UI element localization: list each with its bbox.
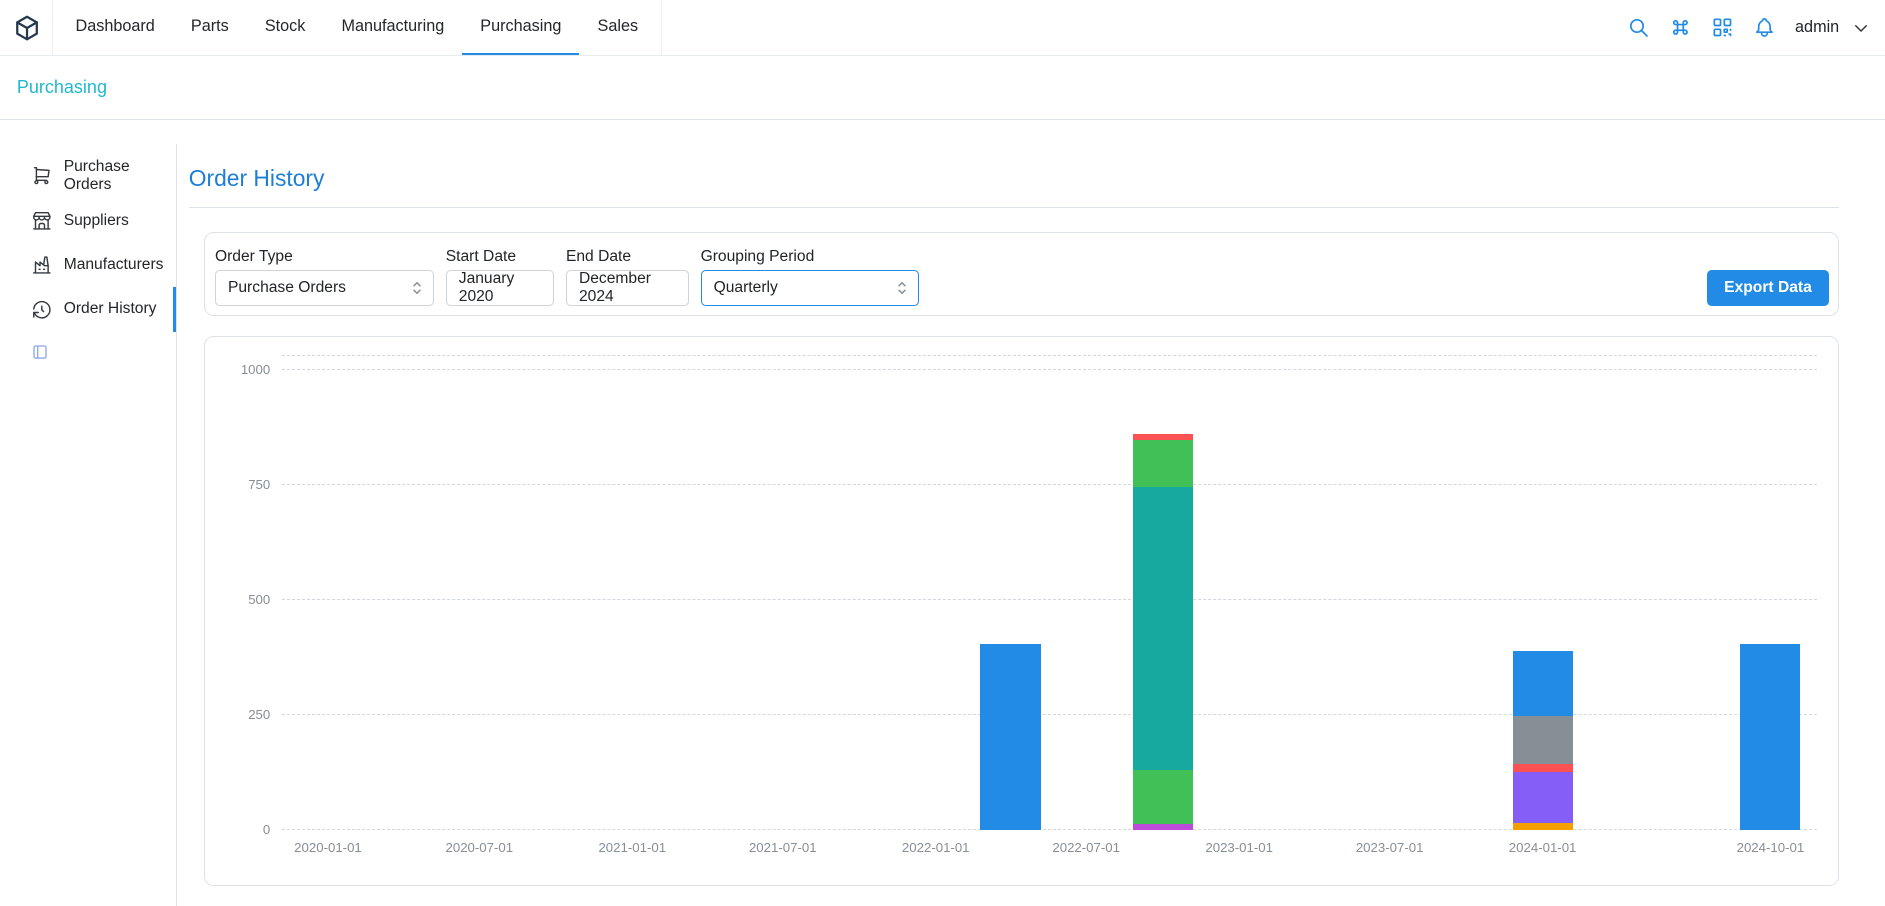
y-gridline: 750: [282, 484, 1816, 485]
start-date-value: January 2020: [459, 270, 541, 306]
app-window: Dashboard Parts Stock Manufacturing Purc…: [0, 0, 1885, 906]
grouping-period-group: Grouping Period Quarterly: [701, 248, 920, 306]
storefront-icon: [31, 210, 53, 232]
bar-segment-blue[interactable]: [1513, 651, 1573, 717]
username-label: admin: [1795, 18, 1839, 37]
x-tick-label: 2021-01-01: [598, 840, 666, 855]
selector-chevrons-icon: [893, 279, 911, 297]
stacked-bar-2022-04-01[interactable]: [980, 356, 1040, 830]
title-divider: [189, 207, 1840, 208]
page-title: Order History: [189, 165, 1840, 192]
bar-segment-red[interactable]: [1133, 434, 1193, 440]
export-data-button[interactable]: Export Data: [1707, 270, 1828, 306]
bar-segment-violet[interactable]: [1513, 772, 1573, 824]
breadcrumb-bar: Purchasing: [0, 56, 1885, 120]
end-date-input[interactable]: December 2024: [566, 270, 689, 306]
history-clock-icon: [31, 299, 53, 321]
filter-panel: Order Type Purchase Orders Start Date Ja…: [204, 232, 1839, 316]
grouping-period-value: Quarterly: [714, 279, 778, 297]
bar-segment-blue[interactable]: [980, 644, 1040, 830]
tab-sales[interactable]: Sales: [579, 0, 656, 55]
x-tick-label: 2024-10-01: [1737, 840, 1805, 855]
order-type-select[interactable]: Purchase Orders: [215, 270, 434, 306]
stacked-bar-2022-10-01[interactable]: [1133, 356, 1193, 830]
factory-icon: [31, 254, 53, 276]
order-history-chart-card: 0 250 500 750 1000 2020-01-01 2020-07-01 2021-0…: [204, 336, 1839, 887]
grouping-period-select[interactable]: Quarterly: [701, 270, 920, 306]
y-gridline: [282, 355, 1816, 356]
bar-segment-blue[interactable]: [1740, 644, 1800, 830]
tab-dashboard[interactable]: Dashboard: [57, 0, 172, 55]
bar-segment-green-upper[interactable]: [1133, 440, 1193, 487]
sidebar-item-label: Purchase Orders: [64, 158, 176, 194]
x-tick-label: 2020-07-01: [445, 840, 513, 855]
end-date-value: December 2024: [579, 270, 676, 306]
sidebar-collapse-icon[interactable]: [31, 343, 49, 361]
x-tick-label: 2023-07-01: [1356, 840, 1424, 855]
page-body: Purchase Orders Suppliers: [0, 120, 1885, 906]
y-gridline: 250: [282, 714, 1816, 715]
app-logo[interactable]: [7, 0, 51, 55]
selector-chevrons-icon: [408, 279, 426, 297]
x-tick-label: 2022-07-01: [1052, 840, 1120, 855]
bar-segment-amber[interactable]: [1513, 823, 1573, 830]
tab-parts[interactable]: Parts: [173, 0, 247, 55]
main-nav-tabs: Dashboard Parts Stock Manufacturing Purc…: [52, 0, 662, 55]
sidebar-item-order-history[interactable]: Order History: [0, 287, 176, 331]
order-type-label: Order Type: [215, 248, 434, 266]
x-tick-label: 2022-01-01: [902, 840, 970, 855]
sidebar-item-label: Order History: [64, 300, 157, 318]
x-tick-label: 2023-01-01: [1205, 840, 1273, 855]
bar-segment-gray[interactable]: [1513, 716, 1573, 764]
grouping-period-label: Grouping Period: [701, 248, 920, 266]
order-type-value: Purchase Orders: [228, 279, 346, 297]
y-tick-label: 250: [248, 707, 270, 722]
y-tick-label: 0: [263, 822, 270, 837]
bar-segment-teal[interactable]: [1133, 487, 1193, 770]
tab-stock[interactable]: Stock: [247, 0, 324, 55]
command-icon[interactable]: [1669, 16, 1692, 39]
y-tick-label: 750: [248, 477, 270, 492]
bar-segment-red[interactable]: [1513, 764, 1573, 771]
chevron-down-icon: [1852, 19, 1870, 37]
end-date-label: End Date: [566, 248, 689, 266]
inventree-logo-icon: [12, 13, 42, 43]
sidebar-item-label: Suppliers: [64, 212, 129, 230]
breadcrumb-purchasing[interactable]: Purchasing: [17, 77, 107, 98]
y-gridline: 500: [282, 599, 1816, 600]
y-tick-label: 500: [248, 592, 270, 607]
start-date-label: Start Date: [446, 248, 554, 266]
sidebar-item-purchase-orders[interactable]: Purchase Orders: [0, 154, 176, 198]
bar-segment-green-lower[interactable]: [1133, 770, 1193, 824]
top-navbar: Dashboard Parts Stock Manufacturing Purc…: [0, 0, 1885, 56]
x-tick-label: 2021-07-01: [749, 840, 817, 855]
start-date-input[interactable]: January 2020: [446, 270, 554, 306]
sidebar-item-label: Manufacturers: [64, 256, 164, 274]
stacked-bar-2024-01-01[interactable]: [1513, 356, 1573, 830]
search-icon[interactable]: [1627, 16, 1650, 39]
order-type-group: Order Type Purchase Orders: [215, 248, 434, 306]
x-tick-label: 2020-01-01: [294, 840, 362, 855]
sidebar-item-suppliers[interactable]: Suppliers: [0, 198, 176, 242]
shopping-cart-icon: [31, 165, 53, 187]
chart-plot: 025050075010002020-01-012020-07-012021-0…: [282, 356, 1816, 830]
y-gridline: 1000: [282, 369, 1816, 370]
qrcode-icon[interactable]: [1711, 16, 1734, 39]
y-gridline: 0: [282, 829, 1816, 830]
bar-segment-grape[interactable]: [1133, 824, 1193, 830]
bell-icon[interactable]: [1753, 16, 1776, 39]
user-menu[interactable]: admin: [1795, 18, 1870, 37]
tab-purchasing[interactable]: Purchasing: [462, 0, 579, 55]
purchasing-sidebar: Purchase Orders Suppliers: [0, 144, 177, 906]
main-content: Order History Order Type Purchase Orders…: [177, 120, 1885, 906]
sidebar-item-manufacturers[interactable]: Manufacturers: [0, 243, 176, 287]
end-date-group: End Date December 2024: [566, 248, 689, 306]
navbar-actions: admin: [1627, 0, 1871, 55]
y-tick-label: 1000: [241, 362, 270, 377]
tab-manufacturing[interactable]: Manufacturing: [323, 0, 462, 55]
start-date-group: Start Date January 2020: [446, 248, 554, 306]
x-tick-label: 2024-01-01: [1509, 840, 1577, 855]
stacked-bar-2024-10-01[interactable]: [1740, 356, 1800, 830]
